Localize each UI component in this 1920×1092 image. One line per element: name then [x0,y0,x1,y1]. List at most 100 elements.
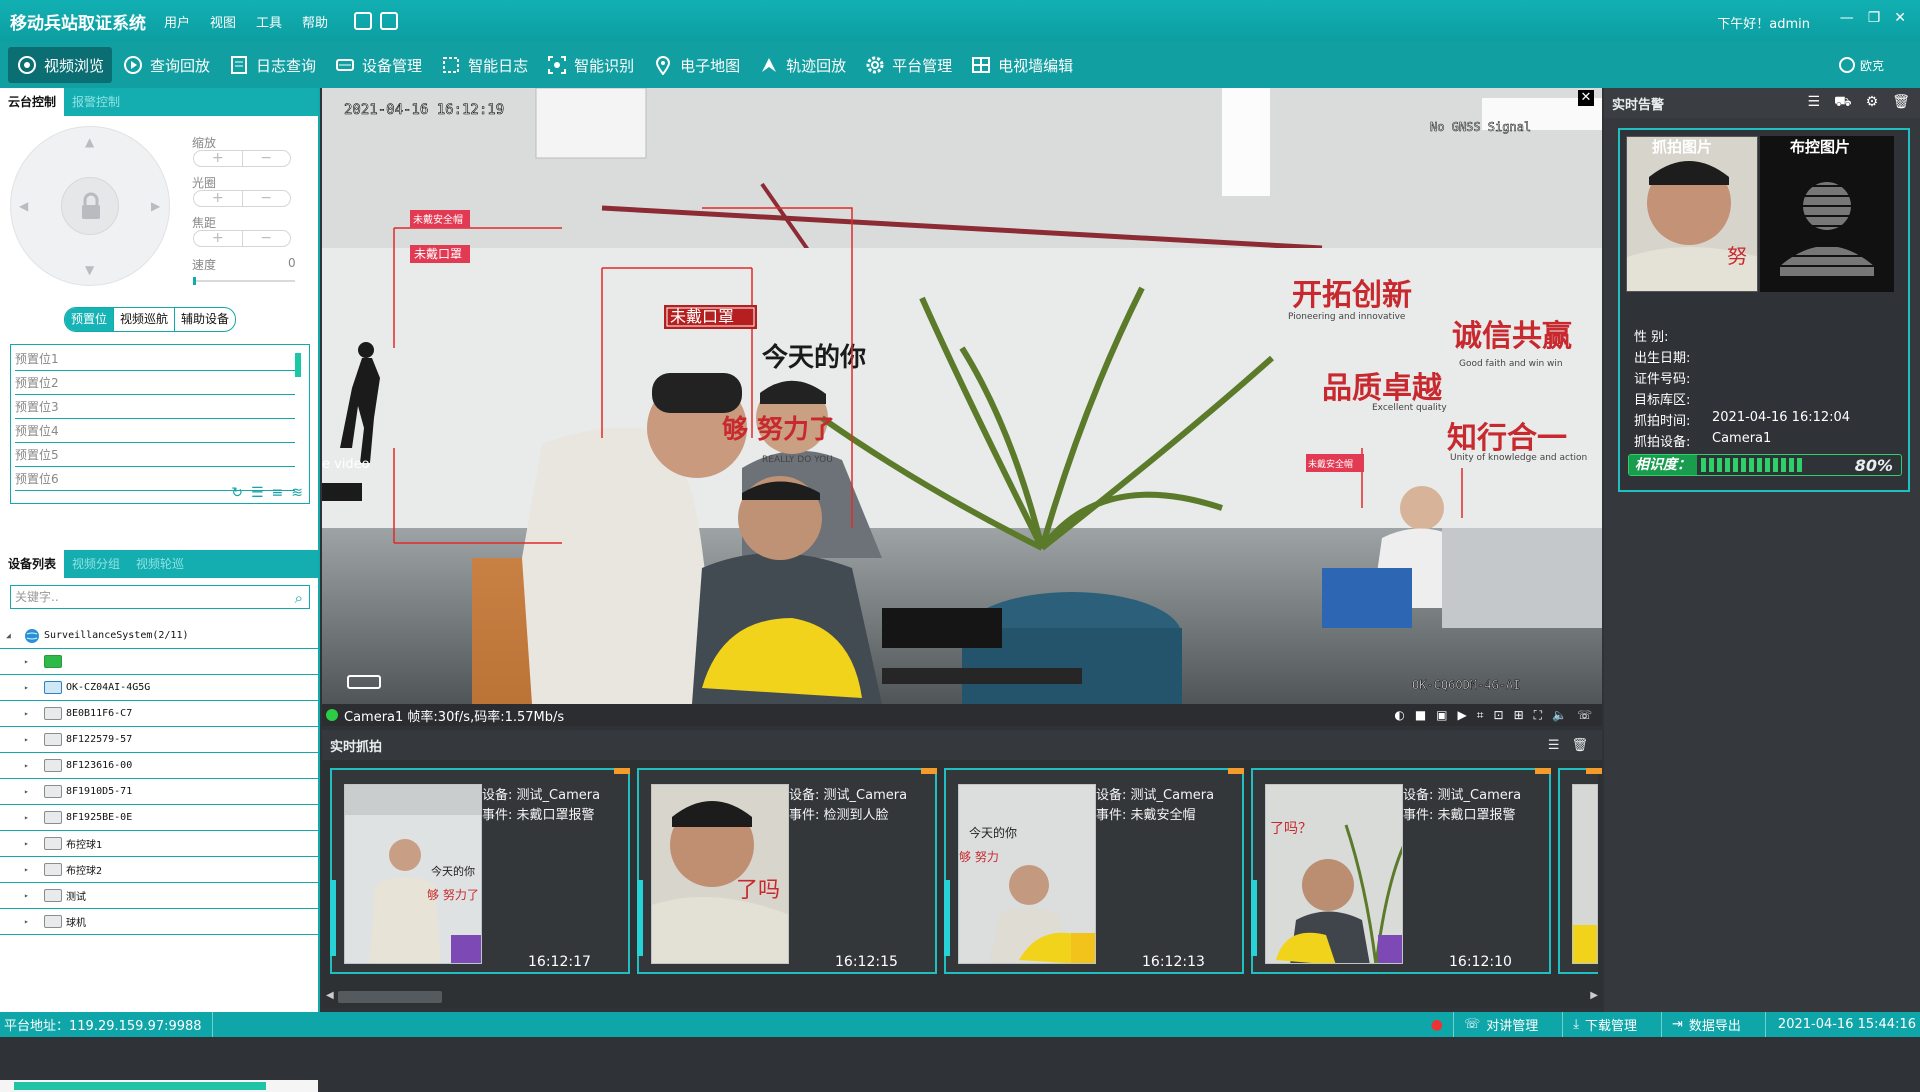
search-input[interactable]: 关键字.. ⌕ [10,585,310,609]
menu-view[interactable]: 视图 [210,12,236,31]
fit-icon[interactable]: ⊞ [1514,708,1524,723]
iris-control[interactable]: + − [193,190,291,207]
ptz-icon[interactable]: ◐ [1394,708,1404,723]
capture-card[interactable]: 了吗？ 设备: 测试_Camera 事件: 未戴口罩报警 16:12:10 [1251,768,1551,974]
zoom-out-button[interactable]: − [243,151,291,166]
list-item[interactable]: 预置位5 [15,443,295,467]
sort-icon[interactable]: ≡ [272,485,284,501]
snapshot-icon[interactable]: ▣ [1436,708,1447,723]
capture-card[interactable]: 今天的你够 努力了 设备: 测试_Camera 事件: 未戴口罩报警 16:12… [330,768,630,974]
toolbar-map[interactable]: 电子地图 [644,47,748,83]
menu-user[interactable]: 用户 [164,12,190,31]
download-button[interactable]: 下载管理 [1585,1015,1637,1034]
zoom-frame-icon[interactable]: ⊡ [1494,708,1504,723]
arrow-down-icon[interactable]: ▼ [85,263,94,277]
capture-scrollbar[interactable]: ◀ ▶ [322,988,1602,1006]
list-item[interactable]: 预置位4 [15,419,295,443]
tab-video-group[interactable]: 视频分组 [64,550,128,578]
toolbar-video-browse[interactable]: 视频浏览 [8,47,113,83]
toolbar-track-playback[interactable]: 轨迹回放 [750,47,854,83]
capture-card[interactable]: 了吗 设备: 测试_Camera 事件: 检测到人脸 16:12:15 [637,768,937,974]
tab-ptz-control[interactable]: 云台控制 [0,88,65,116]
list-item[interactable]: 预置位1 [15,347,295,371]
tree-node[interactable]: ▸ 8F123616-00 [0,753,318,779]
crop-icon[interactable]: ⌗ [1477,708,1484,723]
alarm-card[interactable]: 努 抓拍图片 布控图片 性 别: 出生日期: 证件号码: 目标库区: 抓拍时间:… [1618,128,1910,492]
filter-icon[interactable]: ☰ [1548,738,1560,753]
minimize-icon[interactable]: — [1840,10,1854,26]
scrollbar-thumb[interactable] [338,991,442,1003]
tree-node[interactable]: ▸ 8F1925BE-0E [0,805,318,831]
horizontal-scrollbar[interactable] [0,1080,318,1092]
zoom-control[interactable]: + − [193,150,291,167]
scrollbar[interactable] [295,353,301,377]
close-icon[interactable]: ✕ [1894,10,1906,26]
tab-video-cruise[interactable]: 视频轮巡 [128,550,192,578]
fullscreen-video-icon[interactable]: ⛶ [1534,708,1542,723]
tree-node[interactable]: ▸ 8F1910D5-71 [0,779,318,805]
refresh-icon[interactable]: ↻ [231,485,243,501]
layout-icon[interactable] [380,12,399,30]
toolbar-tv-wall[interactable]: 电视墙编辑 [962,47,1081,83]
intercom-button[interactable]: 对讲管理 [1486,1015,1538,1034]
trash-icon[interactable]: 🗑 [1571,738,1588,753]
list-item[interactable]: 预置位3 [15,395,295,419]
layers-icon[interactable]: ≋ [291,485,303,501]
toolbar-playback[interactable]: 查询回放 [114,47,218,83]
tab-preset[interactable]: 预置位 [65,308,114,331]
list-icon[interactable]: ☰ [251,485,264,501]
menu-help[interactable]: 帮助 [302,12,328,31]
speed-slider[interactable] [193,277,295,285]
trash-icon[interactable]: 🗑 [1892,94,1910,112]
filter-icon[interactable]: ☰ [1807,94,1820,112]
menu-tools[interactable]: 工具 [256,12,282,31]
tab-cruise[interactable]: 视频巡航 [113,308,174,331]
capture-card[interactable]: 今天的你够 努力 设备: 测试_Camera 事件: 未戴安全帽 16:12:1… [944,768,1244,974]
restore-icon[interactable]: ❐ [1868,10,1881,26]
toolbar-log-query[interactable]: 日志查询 [220,47,324,83]
tree-node[interactable]: ▸ 8E0B11F6-C7 [0,701,318,727]
close-video-button[interactable]: ✕ [1578,90,1594,106]
iris-open-button[interactable]: + [194,191,243,206]
tree-node[interactable]: ▸ 布控球1 [0,831,318,857]
scroll-left-icon[interactable]: ◀ [326,990,334,1001]
toolbar-smart-log[interactable]: 智能日志 [432,47,536,83]
fullscreen-icon[interactable] [354,12,373,30]
toolbar-device-manage[interactable]: 设备管理 [326,47,430,83]
tree-node[interactable]: ▸ 8F122579-57 [0,727,318,753]
focus-control[interactable]: + − [193,230,291,247]
iris-close-button[interactable]: − [243,191,291,206]
tab-aux-device[interactable]: 辅助设备 [174,308,235,331]
arrow-up-icon[interactable]: ▲ [85,135,94,149]
toolbar-smart-recognition[interactable]: 智能识别 [538,47,642,83]
gear-icon[interactable]: ⚙ [1866,94,1879,112]
tree-node[interactable]: ▸ [0,649,318,675]
tree-node[interactable]: ▸ OK-CZ04AI-4G5G [0,675,318,701]
tree-node[interactable]: ▸ 球机 [0,909,318,935]
video-view[interactable]: 开拓创新 诚信共赢 品质卓越 知行合一 今天的你 够 努力了 Good fait… [322,88,1602,704]
export-button[interactable]: 数据导出 [1689,1015,1741,1034]
tree-node[interactable]: ▸ 测试 [0,883,318,909]
toolbar-platform-manage[interactable]: 平台管理 [856,47,960,83]
ptz-lock-button[interactable] [61,177,119,235]
tree-node[interactable]: ▸ 布控球2 [0,857,318,883]
search-icon[interactable]: ⌕ [295,587,303,609]
volume-icon[interactable]: 🔈 [1552,708,1567,723]
ptz-joystick[interactable]: ▲ ▼ ◀ ▶ [10,126,170,286]
list-item[interactable]: 预置位2 [15,371,295,395]
scroll-right-icon[interactable]: ▶ [1590,990,1598,1001]
record-icon[interactable]: ■ [1415,708,1426,723]
tree-root[interactable]: ◢ SurveillanceSystem(2/11) [0,623,318,649]
arrow-left-icon[interactable]: ◀ [19,199,28,213]
tab-device-list[interactable]: 设备列表 [0,550,65,578]
talk-icon[interactable]: ☏ [1577,708,1592,723]
focus-far-button[interactable]: − [243,231,291,246]
focus-near-button[interactable]: + [194,231,243,246]
capture-card-partial[interactable] [1558,768,1602,974]
scrollbar-thumb[interactable] [14,1082,266,1090]
video-record-icon[interactable]: ▶ [1458,708,1467,723]
zoom-in-button[interactable]: + [194,151,243,166]
arrow-right-icon[interactable]: ▶ [151,199,160,213]
vehicle-icon[interactable]: ⛟ [1834,94,1852,112]
tab-alarm-control[interactable]: 报警控制 [64,88,128,116]
